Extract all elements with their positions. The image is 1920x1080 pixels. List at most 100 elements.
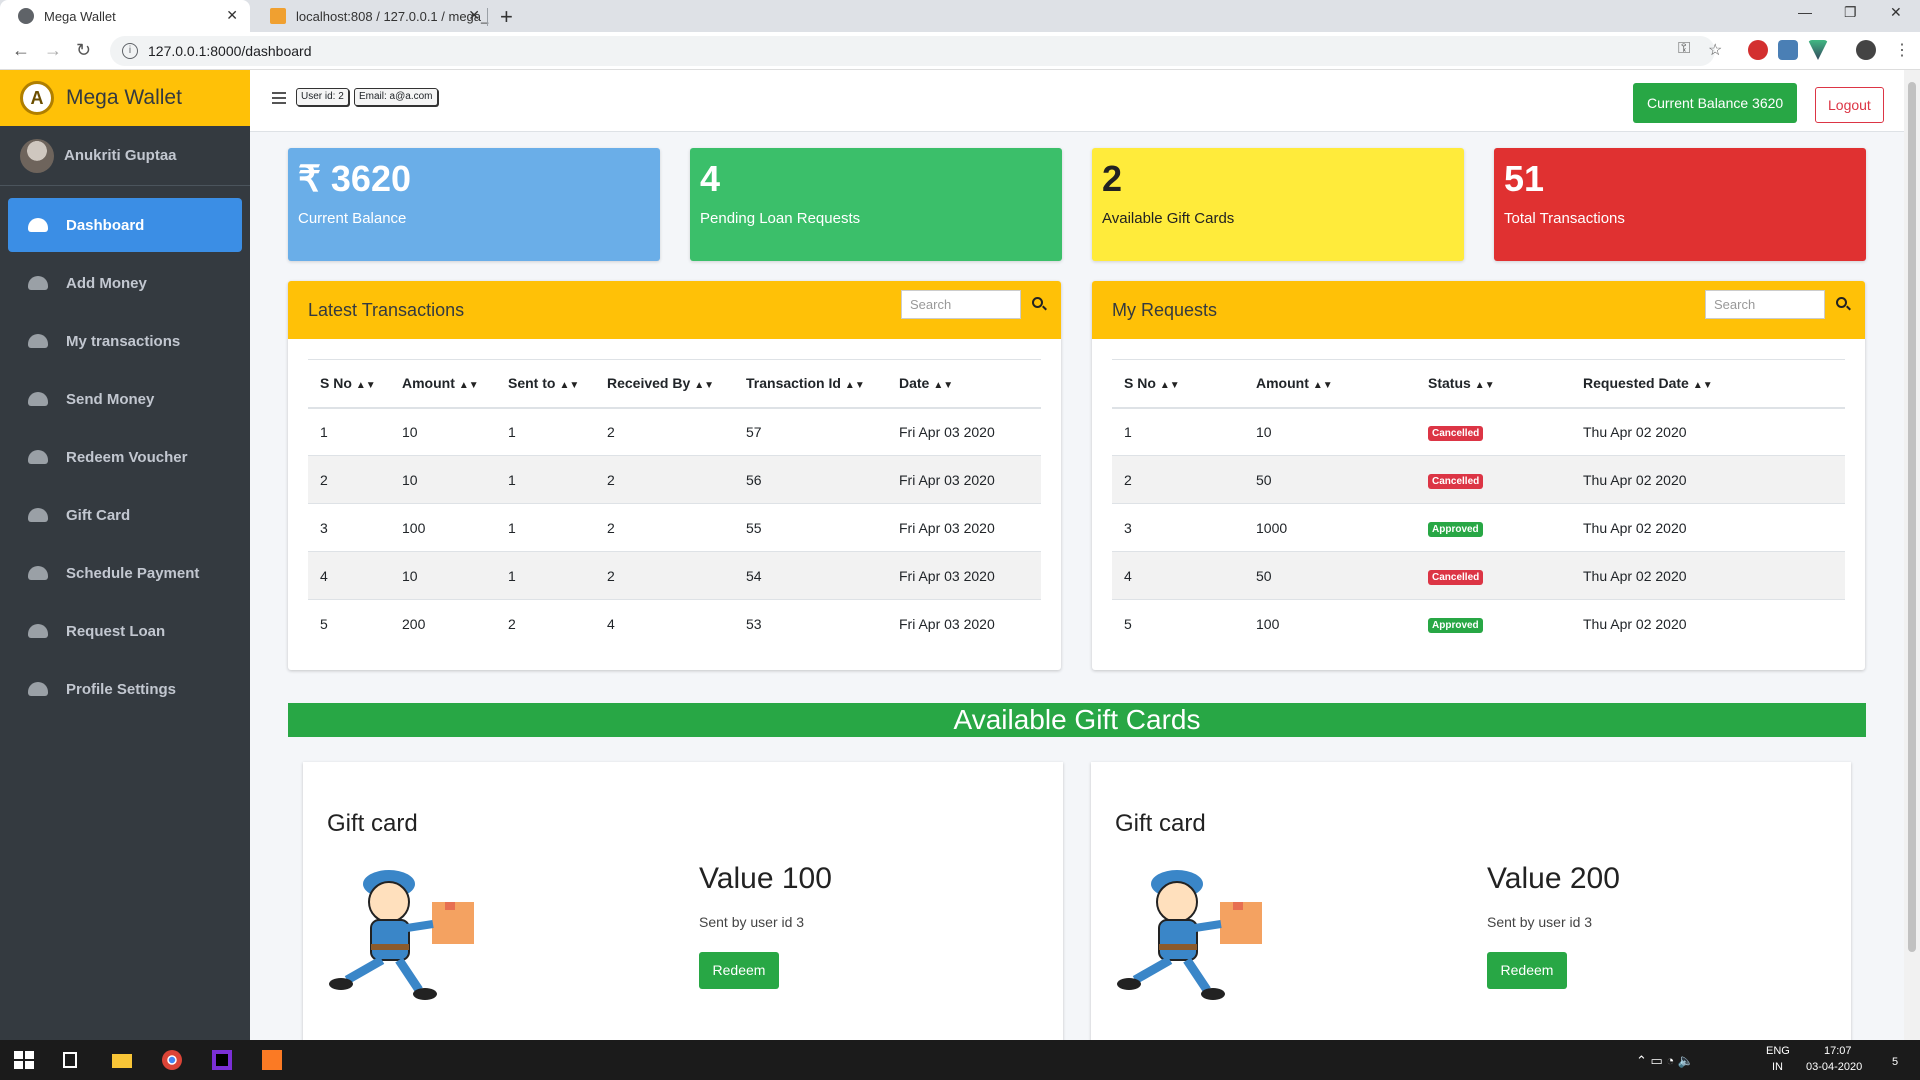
- table-row: 1 10 1 2 57 Fri Apr 03 2020: [308, 407, 1041, 456]
- stat-label: Pending Loan Requests: [700, 210, 861, 227]
- notification-count[interactable]: 5: [1892, 1056, 1898, 1068]
- column-header[interactable]: Amount ▲▼: [390, 359, 496, 409]
- stat-value: 4: [700, 158, 721, 199]
- forward-icon[interactable]: →: [44, 40, 62, 61]
- column-header[interactable]: S No ▲▼: [308, 359, 390, 409]
- requests-table: S No ▲▼ Amount ▲▼ Status ▲▼ Requested Date ▲…: [1112, 359, 1845, 648]
- profile-icon[interactable]: [1856, 40, 1876, 60]
- column-header[interactable]: Requested Date ▲▼: [1571, 359, 1845, 409]
- sidebar-item-my-transactions[interactable]: My transactions: [8, 314, 242, 368]
- redeem-button[interactable]: Redeem: [1487, 952, 1567, 989]
- back-icon[interactable]: ←: [12, 40, 30, 61]
- sidebar-item-redeem-voucher[interactable]: Redeem Voucher: [8, 430, 242, 484]
- clock-date[interactable]: 03-04-2020: [1806, 1061, 1862, 1073]
- table-row: 2 50 Cancelled Thu Apr 02 2020: [1112, 455, 1845, 504]
- close-tab-icon[interactable]: ✕: [226, 7, 238, 24]
- info-icon[interactable]: i: [122, 43, 138, 59]
- hamburger-icon[interactable]: [272, 92, 286, 104]
- chrome-icon[interactable]: [160, 1048, 184, 1072]
- column-header[interactable]: Date ▲▼: [887, 359, 1041, 409]
- stat-value: 51: [1504, 158, 1545, 199]
- table-row: 5 100 Approved Thu Apr 02 2020: [1112, 599, 1845, 648]
- sort-icon: ▲▼: [355, 380, 376, 392]
- extension-icon[interactable]: [1778, 40, 1798, 60]
- key-icon[interactable]: ⚿: [1678, 40, 1690, 58]
- sidebar-item-request-loan[interactable]: Request Loan: [8, 604, 242, 658]
- redeem-button[interactable]: Redeem: [699, 952, 779, 989]
- sort-icon: ▲▼: [559, 380, 580, 392]
- adblock-icon[interactable]: [1748, 40, 1768, 60]
- minimize-icon[interactable]: —: [1798, 4, 1812, 20]
- sidebar-item-add-money[interactable]: Add Money: [8, 256, 242, 310]
- address-bar[interactable]: i 127.0.0.1:8000/dashboard: [110, 36, 1715, 66]
- browser-tab[interactable]: localhost:808 / 127.0.0.1 / mega_ ✕: [252, 0, 492, 32]
- language-indicator[interactable]: ENG: [1766, 1045, 1790, 1057]
- search-input[interactable]: Search: [901, 290, 1021, 319]
- user-id-chip: User id: 2: [296, 88, 349, 106]
- clock-time[interactable]: 17:07: [1824, 1045, 1852, 1057]
- xampp-icon[interactable]: [260, 1048, 284, 1072]
- file-explorer-icon[interactable]: [110, 1048, 134, 1072]
- column-header[interactable]: Transaction Id ▲▼: [734, 359, 887, 409]
- menu-icon[interactable]: ⋮: [1894, 40, 1910, 60]
- avatar: [20, 138, 54, 173]
- sidebar-item-profile-settings[interactable]: Profile Settings: [8, 662, 242, 716]
- windows-start-icon[interactable]: [12, 1048, 36, 1072]
- search-icon[interactable]: [1032, 297, 1043, 308]
- stat-label: Available Gift Cards: [1102, 210, 1235, 227]
- reload-icon[interactable]: ↻: [76, 40, 91, 61]
- gift-card-value: Value 100: [699, 862, 832, 895]
- phpstorm-icon[interactable]: [210, 1048, 234, 1072]
- sidebar-item-send-money[interactable]: Send Money: [8, 372, 242, 426]
- url-text: 127.0.0.1:8000/dashboard: [148, 43, 312, 59]
- search-input[interactable]: Search: [1705, 290, 1825, 319]
- current-balance-button[interactable]: Current Balance 3620: [1633, 83, 1798, 123]
- sort-icon: ▲▼: [1692, 380, 1713, 392]
- vue-devtools-icon[interactable]: [1808, 40, 1828, 60]
- column-header[interactable]: Status ▲▼: [1416, 359, 1571, 409]
- search-icon[interactable]: [1836, 297, 1847, 308]
- brand[interactable]: A Mega Wallet: [0, 70, 250, 126]
- sort-icon: ▲▼: [1312, 380, 1333, 392]
- dashboard-icon: [28, 218, 48, 232]
- maximize-icon[interactable]: ❐: [1844, 4, 1857, 21]
- sidebar-menu: Dashboard Add Money My transactions Send…: [0, 186, 250, 732]
- sort-icon: ▲▼: [844, 380, 865, 392]
- gift-card-value: Value 200: [1487, 862, 1620, 895]
- column-header[interactable]: S No ▲▼: [1112, 359, 1244, 409]
- sort-icon: ▲▼: [694, 380, 715, 392]
- close-tab-icon[interactable]: ✕: [468, 7, 480, 24]
- table-row: 5 200 2 4 53 Fri Apr 03 2020: [308, 599, 1041, 648]
- tab-title: localhost:808 / 127.0.0.1 / mega_: [296, 8, 489, 24]
- column-header[interactable]: Received By ▲▼: [595, 359, 734, 409]
- dashboard-icon: [28, 450, 48, 464]
- sidebar-item-dashboard[interactable]: Dashboard: [8, 198, 242, 252]
- card-header: Latest Transactions Search: [288, 281, 1061, 339]
- sidebar-item-schedule-payment[interactable]: Schedule Payment: [8, 546, 242, 600]
- sidebar-item-gift-card[interactable]: Gift Card: [8, 488, 242, 542]
- logout-button[interactable]: Logout: [1815, 87, 1884, 123]
- task-view-icon[interactable]: [60, 1048, 84, 1072]
- tray-icons[interactable]: ⌃ ▭ ◔ 🔈: [1636, 1053, 1694, 1069]
- sort-icon: ▲▼: [1474, 380, 1495, 392]
- star-icon[interactable]: ☆: [1708, 40, 1722, 60]
- browser-tab-active[interactable]: Mega Wallet ✕: [0, 0, 250, 32]
- scrollbar-thumb[interactable]: [1908, 82, 1916, 952]
- page-scrollbar[interactable]: [1904, 70, 1920, 1040]
- column-header[interactable]: Sent to ▲▼: [496, 359, 595, 409]
- dashboard-icon: [28, 392, 48, 406]
- latest-transactions-card: Latest Transactions Search S No ▲▼ Amount…: [288, 281, 1061, 670]
- sidebar: A Mega Wallet Anukriti Guptaa Dashboard …: [0, 70, 250, 1040]
- user-panel[interactable]: Anukriti Guptaa: [0, 126, 250, 186]
- card-title: Latest Transactions: [308, 299, 465, 320]
- language-region: IN: [1772, 1061, 1783, 1073]
- gift-card-title: Gift card: [1115, 810, 1206, 837]
- stat-value: ₹ 3620: [298, 158, 411, 199]
- table-header-row: S No ▲▼ Amount ▲▼ Sent to ▲▼ Received By ▲▼ …: [308, 359, 1041, 409]
- sidebar-item-label: Dashboard: [66, 216, 145, 234]
- window-close-icon[interactable]: ✕: [1890, 4, 1902, 21]
- status-badge: Cancelled: [1428, 569, 1484, 585]
- new-tab-icon[interactable]: +: [500, 4, 513, 30]
- column-header[interactable]: Amount ▲▼: [1244, 359, 1416, 409]
- sort-icon: ▲▼: [1159, 380, 1180, 392]
